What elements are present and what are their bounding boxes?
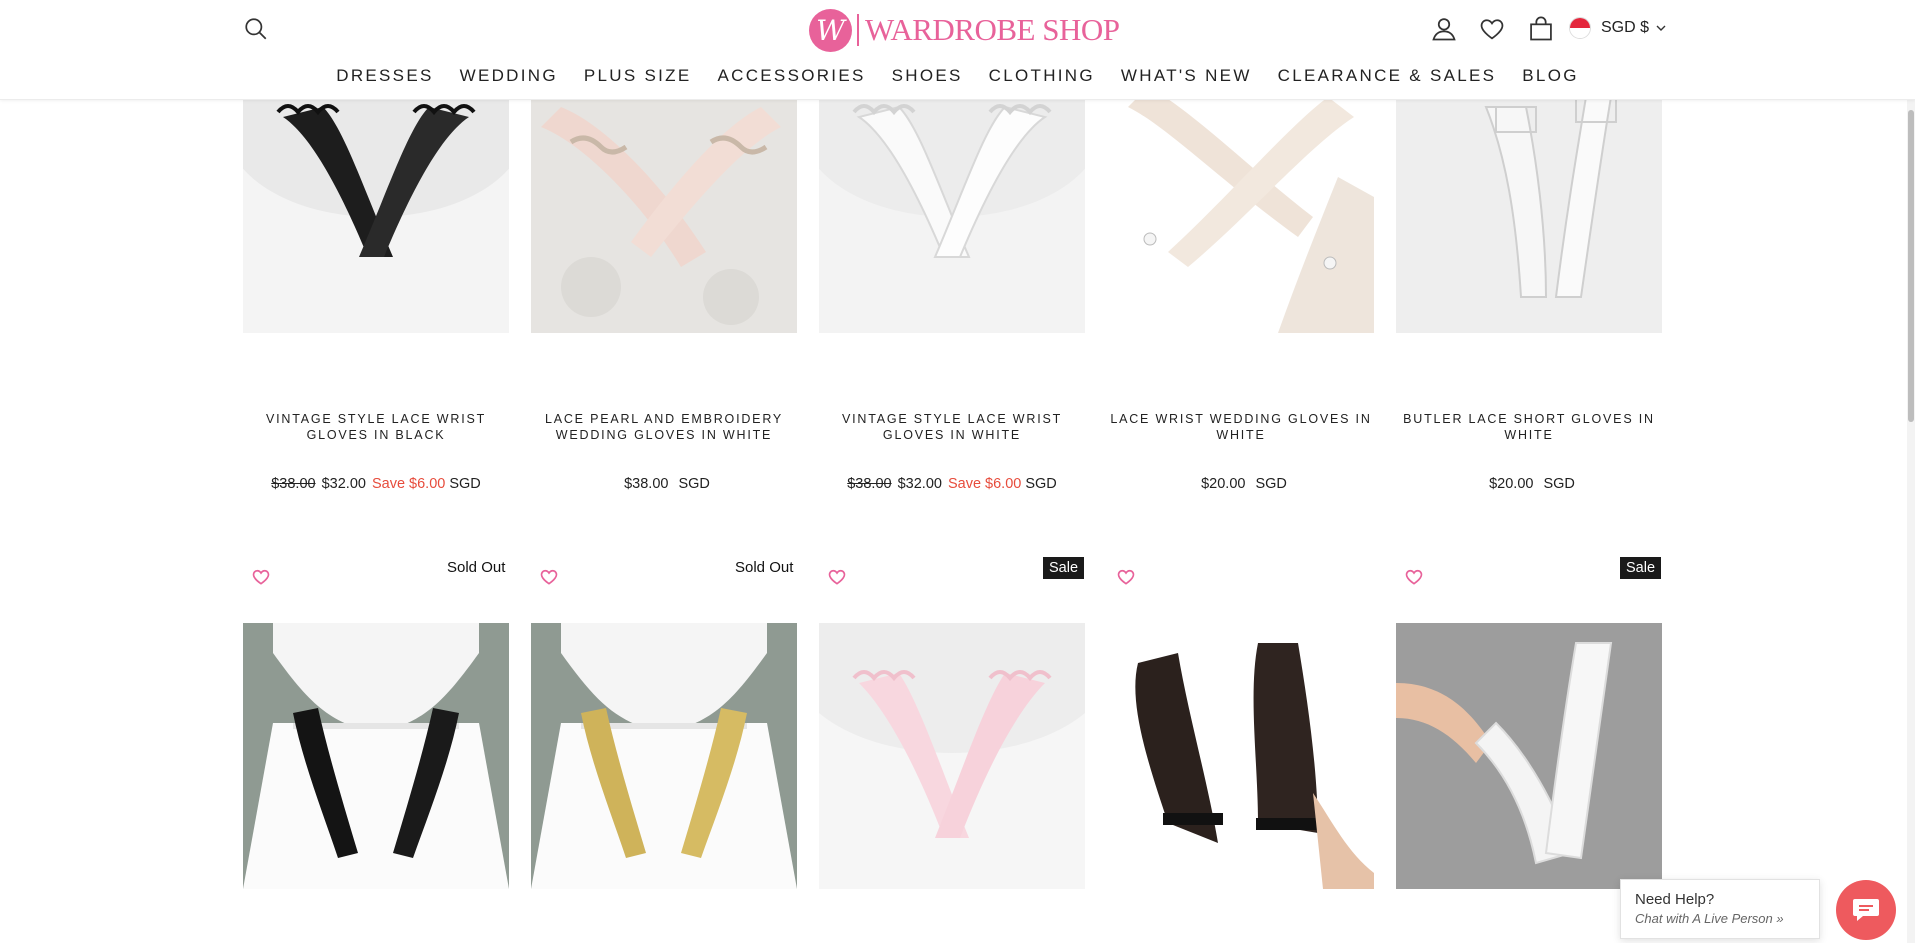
product-image[interactable] [531, 67, 797, 333]
nav-dresses[interactable]: DRESSES [336, 66, 433, 86]
product-image[interactable] [1396, 67, 1662, 333]
nav-clearance-sales[interactable]: CLEARANCE & SALES [1278, 66, 1497, 86]
wishlist-heart-icon[interactable] [1116, 567, 1136, 587]
wishlist-heart-icon[interactable] [251, 567, 271, 587]
sold-out-badge: Sold Out [447, 559, 506, 576]
product-title[interactable]: LACE PEARL AND EMBROIDERY WEDDING GLOVES… [531, 411, 797, 443]
help-subtitle: Chat with A Live Person » [1635, 911, 1784, 926]
product-image[interactable] [531, 623, 797, 889]
price-currency: SGD [678, 476, 710, 492]
save-amount: Save $6.00 [371, 476, 446, 492]
cart-bag-icon[interactable] [1527, 15, 1555, 43]
product-title[interactable]: VINTAGE STYLE LACE WRIST GLOVES IN BLACK [243, 411, 509, 443]
account-icon[interactable] [1430, 15, 1458, 43]
product-image[interactable] [243, 67, 509, 333]
currency-selector[interactable]: SGD $ [1569, 17, 1667, 39]
search-icon[interactable] [243, 16, 269, 42]
main-nav: DRESSES WEDDING PLUS SIZE ACCESSORIES SHOES C… [0, 66, 1915, 86]
price-currency: SGD [1543, 476, 1575, 492]
scrollbar-thumb[interactable] [1908, 110, 1914, 422]
chat-bubble-icon [1853, 899, 1879, 921]
product-image[interactable] [1396, 623, 1662, 889]
price-currency: SGD [1255, 476, 1287, 492]
product-price: $38.00 $32.00 Save $6.00 SGD [243, 476, 509, 492]
nav-accessories[interactable]: ACCESSORIES [718, 66, 866, 86]
wishlist-heart-icon[interactable] [1478, 15, 1506, 43]
nav-plus-size[interactable]: PLUS SIZE [584, 66, 692, 86]
product-image[interactable] [1108, 623, 1374, 889]
brand-logo[interactable]: W WARDROBE SHOP [809, 8, 1120, 52]
sale-price: $38.00 [624, 476, 669, 492]
product-price: $38.00 SGD [531, 476, 797, 492]
logo-mark: W [809, 8, 852, 52]
site-header: W WARDROBE SHOP SGD $ DRESSES WEDDING PLUS… [0, 0, 1915, 100]
product-price: $20.00 SGD [1108, 476, 1374, 492]
original-price: $38.00 [271, 476, 316, 492]
product-title[interactable]: BUTLER LACE SHORT GLOVES IN WHITE [1396, 411, 1662, 443]
chat-launcher-button[interactable] [1836, 880, 1896, 940]
nav-clothing[interactable]: CLOTHING [989, 66, 1095, 86]
product-title[interactable]: LACE WRIST WEDDING GLOVES IN WHITE [1108, 411, 1374, 443]
price-currency: SGD [449, 476, 481, 492]
wishlist-heart-icon[interactable] [1404, 567, 1424, 587]
chevron-down-icon [1656, 25, 1666, 31]
sale-price: $20.00 [1489, 476, 1534, 492]
nav-blog[interactable]: BLOG [1522, 66, 1578, 86]
price-currency: SGD [1025, 476, 1057, 492]
product-price: $20.00 SGD [1396, 476, 1662, 492]
product-image[interactable] [819, 67, 1085, 333]
singapore-flag-icon [1569, 17, 1591, 39]
currency-label: SGD $ [1601, 19, 1650, 36]
help-title: Need Help? [1635, 891, 1715, 908]
nav-shoes[interactable]: SHOES [892, 66, 963, 86]
sale-price: $20.00 [1201, 476, 1246, 492]
logo-wordmark: WARDROBE SHOP [865, 12, 1120, 47]
product-image[interactable] [243, 623, 509, 889]
nav-whats-new[interactable]: WHAT'S NEW [1121, 66, 1252, 86]
wishlist-heart-icon[interactable] [827, 567, 847, 587]
save-amount: Save $6.00 [947, 476, 1022, 492]
product-image[interactable] [819, 623, 1085, 889]
product-title[interactable]: VINTAGE STYLE LACE WRIST GLOVES IN WHITE [819, 411, 1085, 443]
sold-out-badge: Sold Out [735, 559, 794, 576]
sale-badge: Sale [1043, 557, 1085, 579]
logo-divider [857, 14, 859, 46]
original-price: $38.00 [847, 476, 892, 492]
sale-price: $32.00 [897, 476, 942, 492]
product-image[interactable] [1108, 67, 1374, 333]
nav-wedding[interactable]: WEDDING [460, 66, 558, 86]
sale-badge: Sale [1620, 557, 1662, 579]
product-price: $38.00 $32.00 Save $6.00 SGD [819, 476, 1085, 492]
chat-help-popup[interactable]: Need Help? Chat with A Live Person » [1620, 879, 1820, 939]
wishlist-heart-icon[interactable] [539, 567, 559, 587]
sale-price: $32.00 [321, 476, 366, 492]
